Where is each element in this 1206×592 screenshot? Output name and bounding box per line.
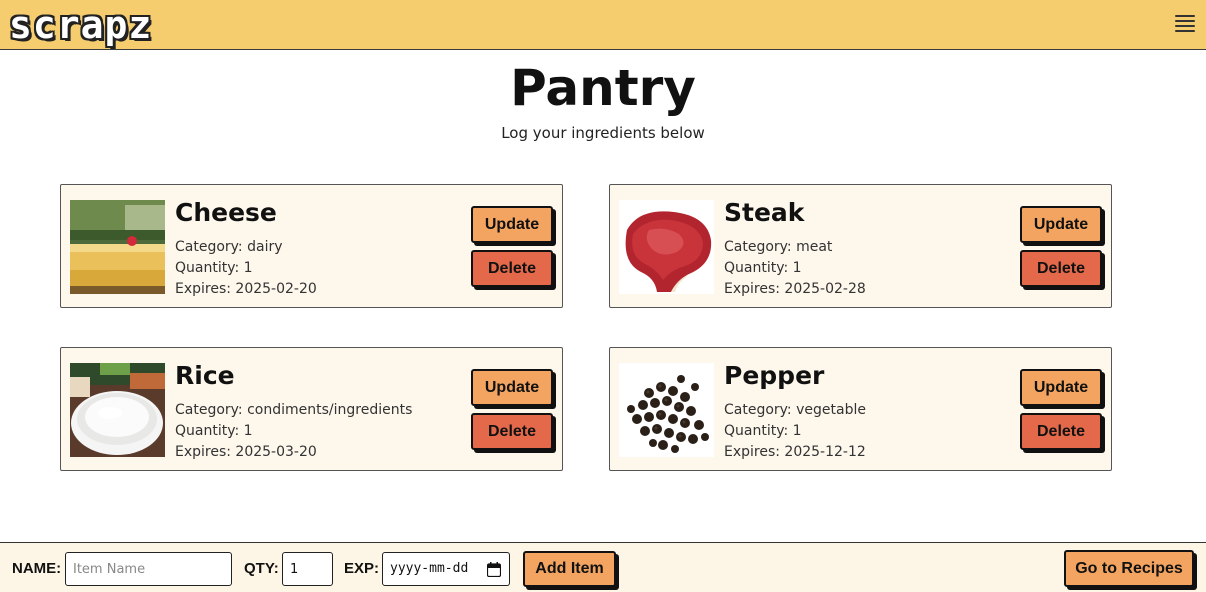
- item-expires: Expires: 2025-12-12: [724, 444, 866, 460]
- delete-button[interactable]: Delete: [471, 413, 553, 450]
- logo[interactable]: scrapz: [9, 3, 152, 47]
- name-label: NAME:: [12, 560, 62, 577]
- add-item-button[interactable]: Add Item: [523, 551, 616, 587]
- pantry-item-card: Rice Category: condiments/ingredients Qu…: [60, 347, 563, 471]
- hamburger-menu-icon[interactable]: [1173, 12, 1197, 36]
- update-button[interactable]: Update: [471, 369, 553, 406]
- update-button[interactable]: Update: [471, 206, 553, 243]
- delete-button[interactable]: Delete: [1020, 413, 1102, 450]
- exp-label: EXP:: [344, 560, 380, 577]
- item-category: Category: dairy: [175, 239, 283, 255]
- pantry-item-card: Cheese Category: dairy Quantity: 1 Expir…: [60, 184, 563, 308]
- expiry-date-input[interactable]: yyyy-mm-dd: [382, 552, 510, 586]
- item-expires: Expires: 2025-03-20: [175, 444, 317, 460]
- item-name: Rice: [175, 361, 235, 390]
- delete-button[interactable]: Delete: [471, 250, 553, 287]
- calendar-icon[interactable]: [486, 562, 502, 578]
- pantry-item-card: Pepper Category: vegetable Quantity: 1 E…: [609, 347, 1112, 471]
- delete-button[interactable]: Delete: [1020, 250, 1102, 287]
- item-category: Category: meat: [724, 239, 833, 255]
- pepper-image: [619, 363, 714, 457]
- item-expires: Expires: 2025-02-28: [724, 281, 866, 297]
- cheese-image: [70, 200, 165, 294]
- item-quantity: Quantity: 1: [175, 260, 253, 276]
- item-category: Category: vegetable: [724, 402, 866, 418]
- item-name-input[interactable]: [65, 552, 232, 586]
- item-name: Steak: [724, 198, 805, 227]
- date-placeholder: yyyy-mm-dd: [390, 561, 469, 576]
- item-expires: Expires: 2025-02-20: [175, 281, 317, 297]
- qty-label: QTY:: [244, 560, 279, 577]
- update-button[interactable]: Update: [1020, 206, 1102, 243]
- page-title: Pantry: [510, 59, 696, 117]
- item-quantity: Quantity: 1: [175, 423, 253, 439]
- item-name: Cheese: [175, 198, 277, 227]
- quantity-input[interactable]: [282, 552, 333, 586]
- add-item-bar: NAME: QTY: EXP: yyyy-mm-dd Add Item Go t…: [0, 542, 1206, 592]
- pantry-item-card: Steak Category: meat Quantity: 1 Expires…: [609, 184, 1112, 308]
- item-quantity: Quantity: 1: [724, 260, 802, 276]
- item-name: Pepper: [724, 361, 825, 390]
- page-subtitle: Log your ingredients below: [501, 124, 705, 142]
- update-button[interactable]: Update: [1020, 369, 1102, 406]
- steak-image: [619, 200, 714, 294]
- item-category: Category: condiments/ingredients: [175, 402, 413, 418]
- top-header: scrapz: [0, 0, 1206, 50]
- item-quantity: Quantity: 1: [724, 423, 802, 439]
- rice-image: [70, 363, 165, 457]
- go-to-recipes-button[interactable]: Go to Recipes: [1064, 550, 1194, 587]
